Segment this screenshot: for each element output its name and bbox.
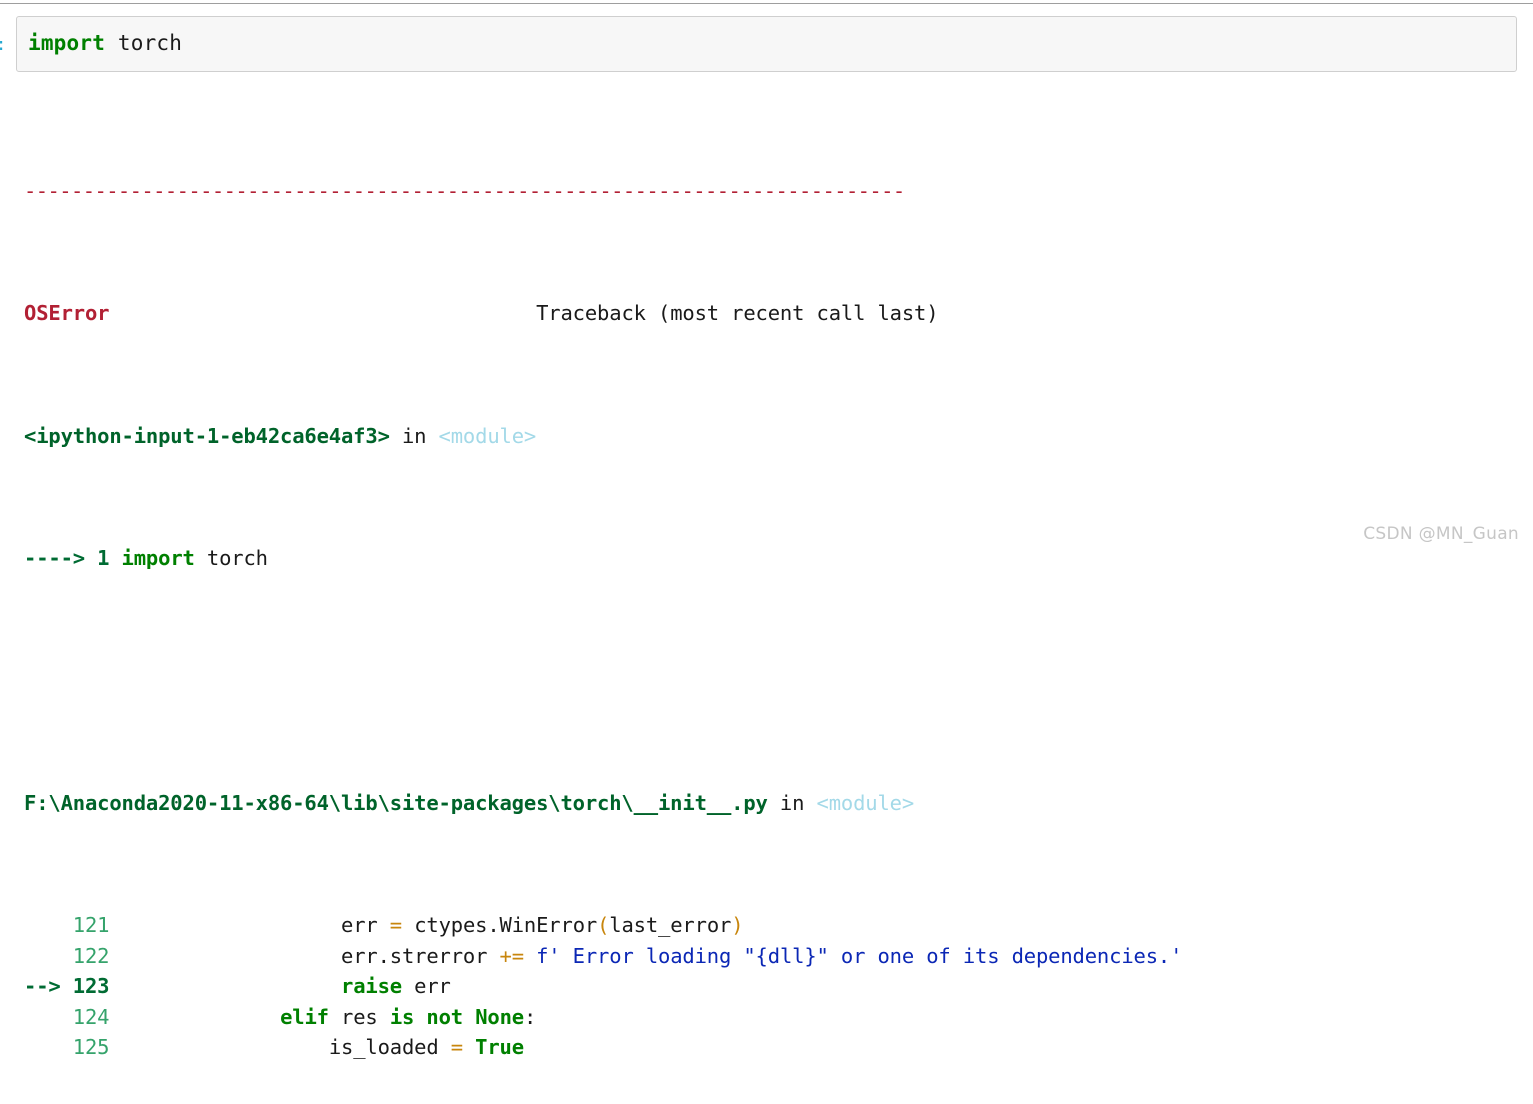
frame1-line-number: 1 (97, 545, 110, 570)
code-token: is_loaded (328, 1035, 451, 1060)
frame2-source-line: 122 err.strerror += f' Error loading "{d… (24, 941, 1524, 972)
code-token: ( (597, 913, 610, 938)
source-indent (109, 913, 341, 937)
frame2-source-line: --> 123 raise err (24, 971, 1524, 1002)
csdn-watermark: CSDN @MN_Guan (1363, 524, 1519, 544)
frame2-source-lines: 121 err = ctypes.WinError(last_error) 12… (24, 910, 1524, 1063)
source-line-number: 121 (72, 913, 110, 938)
frame2-source-line: 121 err = ctypes.WinError(last_error) (24, 910, 1524, 941)
frame2-filename: F:\Anaconda2020-11-x86-64\lib\site-packa… (24, 790, 768, 815)
notebook-input-cell-wrapper: : import torch (0, 16, 1533, 74)
frame2-source-line: 125 is_loaded = True (24, 1032, 1524, 1063)
traceback-header-label: Traceback (most recent call last) (536, 301, 939, 326)
code-token: last_error (609, 913, 732, 938)
code-token: elif (280, 1004, 329, 1029)
code-token: res (328, 1004, 390, 1029)
source-indent (109, 974, 341, 998)
frame1-in-word: in (389, 423, 439, 448)
code-keyword-import: import (28, 31, 106, 55)
code-token: not (426, 1004, 463, 1029)
code-token: raise (341, 974, 402, 999)
frame1-source-line: ----> 1 import torch (24, 543, 1524, 574)
input-prompt-marker: : (0, 38, 4, 52)
source-line-number: 122 (72, 943, 110, 968)
exception-type-header: OSError (24, 301, 110, 326)
frame1-code-keyword: import (109, 545, 195, 570)
traceback-output: ----------------------------------------… (24, 84, 1524, 1104)
frame2-scope: <module> (816, 790, 915, 815)
input-cell-code: import torch (28, 29, 182, 57)
code-token: err (341, 913, 390, 938)
code-token: True (475, 1035, 524, 1060)
traceback-blank-1 (24, 665, 1524, 696)
code-token: ctypes.WinError (402, 913, 598, 938)
source-indent (109, 1035, 328, 1059)
frame1-scope: <module> (438, 423, 537, 448)
frame2-location: F:\Anaconda2020-11-x86-64\lib\site-packa… (24, 788, 1524, 819)
line-gutter (24, 1005, 73, 1029)
current-line-arrow: --> (24, 974, 73, 999)
code-token: None (475, 1004, 524, 1029)
code-token: is (389, 1004, 415, 1029)
code-input-cell[interactable]: import torch (16, 16, 1517, 72)
top-divider (0, 3, 1533, 4)
source-indent (109, 944, 341, 968)
header-spacer (109, 301, 536, 325)
frame2-source-line: 124 elif res is not None: (24, 1002, 1524, 1033)
traceback-header: OSError Traceback (most recent call last… (24, 298, 1524, 329)
source-line-number: 123 (72, 974, 110, 999)
traceback-separator: ----------------------------------------… (24, 178, 905, 203)
frame1-arrow-marker: ----> (24, 545, 98, 570)
frame1-location: <ipython-input-1-eb42ca6e4af3> in <modul… (24, 421, 1524, 452)
source-line-number: 125 (72, 1035, 110, 1060)
code-module-torch: torch (105, 31, 183, 55)
code-token: = (450, 1035, 463, 1060)
line-gutter (24, 1035, 73, 1059)
code-token: f' Error loading "{dll}" or one of its d… (523, 943, 1183, 968)
source-indent (109, 1005, 280, 1029)
code-token: = (389, 913, 402, 938)
line-gutter (24, 944, 73, 968)
code-token: err.strerror (341, 943, 500, 968)
frame2-in-word: in (767, 790, 817, 815)
code-token: ) (731, 913, 744, 938)
code-token: : (523, 1004, 537, 1029)
frame1-code-rest: torch (194, 545, 268, 570)
code-token: err (401, 974, 451, 999)
line-gutter (24, 913, 73, 937)
code-token: += (499, 943, 525, 968)
frame1-filename: <ipython-input-1-eb42ca6e4af3> (24, 423, 390, 448)
source-line-number: 124 (72, 1004, 110, 1029)
